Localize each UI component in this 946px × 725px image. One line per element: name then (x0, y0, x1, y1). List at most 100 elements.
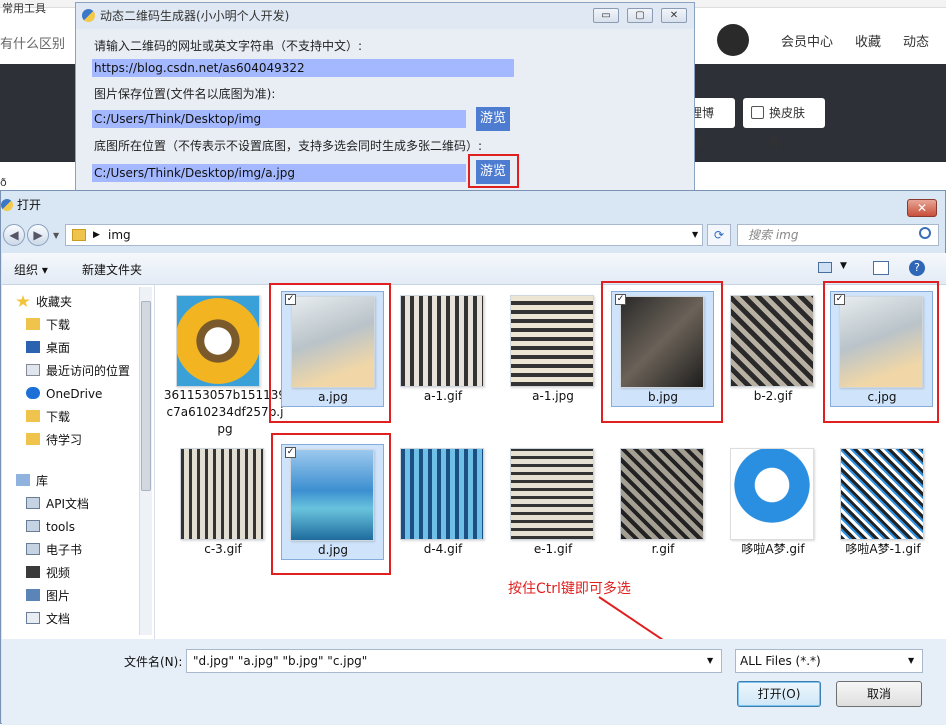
browse-base-button[interactable]: 游览 (476, 160, 510, 184)
open-file-dialog: 打开 ✕ ◀ ▶ ▼ ▶ img ▼ ⟳ 搜索 img 组织 ▾ 新建文件夹 ▼… (0, 190, 946, 725)
file-item[interactable]: a-1.gif (383, 291, 503, 411)
side-fragment: ð (0, 176, 7, 189)
scrollbar-thumb[interactable] (141, 301, 151, 491)
dialog-titlebar: 打开 (1, 191, 946, 219)
base-path-input[interactable]: C:/Users/Think/Desktop/img/a.jpg (92, 164, 466, 182)
file-item[interactable]: 哆啦A梦-1.gif (823, 444, 943, 564)
navigation-pane: 收藏夹 下载 桌面 最近访问的位置 OneDrive 下载 待学习 库 API文… (2, 285, 154, 639)
video-icon (26, 566, 40, 578)
selected-checkbox[interactable]: ✓ (615, 294, 626, 305)
nav-favorites[interactable]: 收藏 (855, 31, 881, 50)
nav-favorites-label: 收藏夹 (36, 295, 73, 309)
preview-pane-icon[interactable] (873, 261, 889, 275)
maximize-button[interactable]: ▢ (627, 8, 653, 23)
url-input[interactable]: https://blog.csdn.net/as604049322 (92, 59, 514, 77)
file-name: r.gif (651, 542, 675, 556)
nav-item-label: 最近访问的位置 (46, 364, 131, 378)
nav-item-desktop[interactable]: 桌面 (26, 339, 70, 357)
forward-button[interactable]: ▶ (27, 224, 49, 246)
help-icon[interactable]: ? (909, 260, 925, 276)
file-item[interactable]: b-2.gif (713, 291, 833, 411)
file-item-selected[interactable]: ✓ d.jpg (281, 444, 384, 560)
file-item-selected[interactable]: ✓ c.jpg (830, 291, 933, 407)
nav-member-center[interactable]: 会员中心 (781, 31, 833, 50)
lib-item-label: 文档 (46, 612, 71, 626)
nav-item-downloads-2[interactable]: 下载 (26, 408, 70, 426)
filename-dropdown-icon[interactable]: ▼ (707, 650, 713, 672)
cloud-icon (26, 387, 40, 399)
lib-item-ebooks[interactable]: 电子书 (26, 541, 82, 559)
filename-input[interactable]: "d.jpg" "a.jpg" "b.jpg" "c.jpg" ▼ (186, 649, 722, 673)
file-item[interactable]: r.gif (603, 444, 723, 564)
breadcrumb-arrow-icon[interactable]: ▶ (93, 225, 100, 245)
file-name: b-2.gif (753, 389, 793, 403)
pictures-icon (26, 589, 40, 601)
file-thumbnail (730, 448, 814, 540)
lib-item-pictures[interactable]: 图片 (26, 587, 70, 605)
nav-item-onedrive[interactable]: OneDrive (26, 385, 102, 403)
search-input[interactable]: 搜索 img (737, 224, 939, 246)
back-button[interactable]: ◀ (3, 224, 25, 246)
file-thumbnail (176, 295, 260, 387)
bookmark-text[interactable]: 常用工具 (2, 0, 46, 16)
search-icon[interactable] (919, 227, 931, 239)
file-item[interactable]: a-1.jpg (493, 291, 613, 411)
organize-menu[interactable]: 组织 ▾ (14, 261, 48, 278)
file-item[interactable]: c-3.gif (163, 444, 283, 564)
view-options-icon[interactable] (818, 262, 832, 273)
close-dialog-button[interactable]: ✕ (907, 199, 937, 217)
file-name: 哆啦A梦-1.gif (845, 542, 921, 556)
file-name: d-4.gif (423, 542, 463, 556)
lib-item-label: 视频 (46, 566, 71, 580)
file-item[interactable]: 361153057b151139c7a610234df257b.jpg (164, 291, 286, 441)
selected-checkbox[interactable]: ✓ (285, 447, 296, 458)
file-name: 哆啦A梦.gif (741, 542, 805, 556)
history-dropdown-icon[interactable]: ▼ (53, 231, 59, 240)
browse-save-button[interactable]: 游览 (476, 107, 510, 131)
close-window-button[interactable]: ✕ (661, 8, 687, 23)
address-bar[interactable]: ▶ img ▼ (65, 224, 703, 246)
qr-generator-window: 动态二维码生成器(小小明个人开发) ▭ ▢ ✕ 请输入二维码的网址或英文字符串（… (75, 2, 695, 192)
minimize-button[interactable]: ▭ (593, 8, 619, 23)
address-dropdown-icon[interactable]: ▼ (692, 225, 698, 245)
filename-label: 文件名(N): (124, 655, 183, 669)
file-thumbnail (840, 448, 924, 540)
refresh-icon[interactable]: ⟳ (707, 224, 731, 246)
file-item[interactable]: 哆啦A梦.gif (713, 444, 833, 564)
file-item-selected[interactable]: ✓ a.jpg (281, 291, 384, 407)
open-button[interactable]: 打开(O) (737, 681, 821, 707)
new-folder-button[interactable]: 新建文件夹 (82, 261, 142, 278)
filetype-select[interactable]: ALL Files (*.*) ▼ (735, 649, 923, 673)
address-path: img (108, 228, 131, 242)
nav-favorites[interactable]: 收藏夹 (16, 293, 72, 311)
lib-item-videos[interactable]: 视频 (26, 564, 70, 582)
library-folder-icon (26, 543, 40, 555)
file-item[interactable]: e-1.gif (493, 444, 613, 564)
lib-item-api-docs[interactable]: API文档 (26, 495, 89, 513)
nav-item-downloads[interactable]: 下载 (26, 316, 70, 334)
file-thumbnail (510, 295, 594, 387)
save-path-input[interactable]: C:/Users/Think/Desktop/img (92, 110, 466, 128)
python-icon (82, 9, 95, 22)
nav-item-label: 待学习 (46, 433, 83, 447)
filetype-dropdown-icon[interactable]: ▼ (908, 650, 914, 672)
view-dropdown-icon[interactable]: ▼ (840, 261, 847, 271)
selected-checkbox[interactable]: ✓ (285, 294, 296, 305)
nav-item-recent[interactable]: 最近访问的位置 (26, 362, 130, 380)
change-skin-button[interactable]: 换皮肤啦 (743, 98, 825, 150)
nav-library[interactable]: 库 (16, 472, 48, 490)
file-thumbnail (400, 448, 484, 540)
file-item[interactable]: d-4.gif (383, 444, 503, 564)
folder-icon (26, 433, 40, 445)
nav-activity[interactable]: 动态 (903, 31, 929, 50)
file-item-selected[interactable]: ✓ b.jpg (611, 291, 714, 407)
lib-item-label: 图片 (46, 589, 71, 603)
nav-scrollbar[interactable] (139, 287, 152, 635)
lib-item-documents[interactable]: 文档 (26, 610, 70, 628)
cancel-button[interactable]: 取消 (836, 681, 922, 707)
selected-checkbox[interactable]: ✓ (834, 294, 845, 305)
nav-item-to-study[interactable]: 待学习 (26, 431, 82, 449)
avatar[interactable] (717, 24, 749, 56)
lib-item-tools[interactable]: tools (26, 518, 75, 536)
library-folder-icon (26, 497, 40, 509)
